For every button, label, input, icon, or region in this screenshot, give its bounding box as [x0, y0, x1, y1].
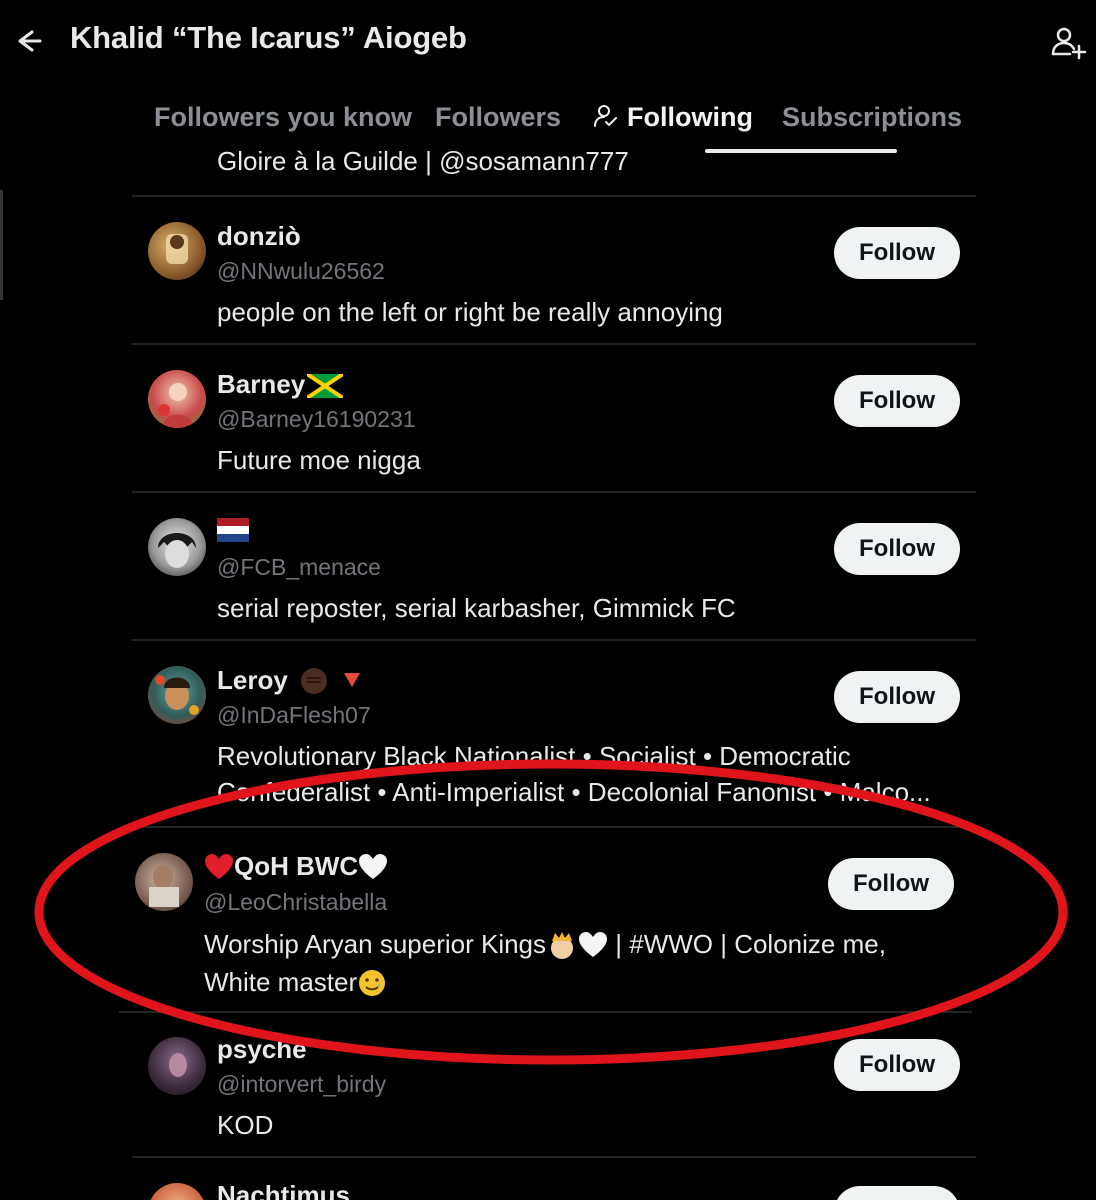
divider: [132, 343, 976, 345]
user-name-text: Barney: [217, 369, 306, 399]
user-bio: Future moe nigga: [217, 445, 421, 475]
bio-text: | #WWO | Colonize me,: [615, 929, 886, 959]
divider: [132, 1156, 976, 1158]
user-handle[interactable]: @FCB_menace: [217, 554, 381, 581]
divider: [132, 826, 976, 828]
white-heart-icon: [578, 928, 608, 964]
follow-button[interactable]: Follow: [834, 523, 960, 575]
tab-label: Following: [627, 102, 753, 132]
add-user-icon[interactable]: [1048, 22, 1088, 62]
active-tab-indicator: [705, 149, 897, 153]
tab-followers[interactable]: Followers: [435, 102, 561, 133]
avatar[interactable]: [148, 370, 206, 428]
user-bio: serial reposter, serial karbasher, Gimmi…: [217, 593, 736, 623]
avatar[interactable]: [135, 853, 193, 911]
avatar[interactable]: [148, 1037, 206, 1095]
bio-text: White master: [204, 967, 358, 998]
user-name[interactable]: Leroy: [217, 665, 362, 698]
tab-subscriptions[interactable]: Subscriptions: [782, 102, 962, 133]
arrow-left-icon[interactable]: [14, 24, 48, 58]
page: Khalid “The Icarus” Aiogeb Followers you…: [0, 0, 1096, 1200]
person-check-icon: [593, 103, 619, 129]
divider: [132, 491, 976, 493]
tab-label: Subscriptions: [782, 102, 963, 132]
follow-button[interactable]: Follow: [834, 1186, 960, 1200]
follow-button[interactable]: Follow: [834, 1039, 960, 1091]
divider: [132, 639, 976, 641]
follow-button[interactable]: Follow: [828, 858, 954, 910]
raised-fist-icon: [299, 666, 329, 698]
user-name[interactable]: donziò: [217, 221, 301, 252]
netherlands-flag-icon: [217, 517, 249, 549]
user-name[interactable]: psyche: [217, 1034, 307, 1065]
user-handle[interactable]: @LeoChristabella: [204, 889, 387, 916]
bio-line: Confederalist • Anti-Imperialist • Decol…: [217, 777, 931, 807]
scroll-edge: [0, 190, 3, 300]
user-name[interactable]: [217, 516, 249, 549]
user-handle[interactable]: @Barney16190231: [217, 406, 416, 433]
divider: [119, 1011, 972, 1013]
bio-text: Worship Aryan superior Kings: [204, 929, 547, 959]
tab-followers-you-know[interactable]: Followers you know: [154, 102, 412, 133]
page-title: Khalid “The Icarus” Aiogeb: [70, 20, 467, 55]
tab-following[interactable]: Following: [593, 102, 753, 133]
user-name[interactable]: QoH BWC: [204, 851, 388, 884]
user-name-text: Leroy: [217, 665, 288, 695]
avatar[interactable]: [148, 222, 206, 280]
tab-label: Followers: [435, 102, 562, 132]
tab-label: Followers you know: [154, 102, 413, 132]
follow-button[interactable]: Follow: [834, 671, 960, 723]
red-heart-icon: [204, 853, 234, 884]
user-bio: Revolutionary Black Nationalist • Social…: [217, 738, 977, 810]
follow-button[interactable]: Follow: [834, 375, 960, 427]
smiling-face-with-tear-icon: [357, 966, 387, 1002]
bio-line: Revolutionary Black Nationalist • Social…: [217, 741, 851, 771]
crowned-person-icon: [546, 928, 578, 964]
jamaica-flag-icon: [306, 371, 345, 402]
avatar[interactable]: [148, 518, 206, 576]
user-handle[interactable]: @intorvert_birdy: [217, 1071, 386, 1098]
follow-button[interactable]: Follow: [834, 227, 960, 279]
tab-bar: Followers you know Followers Following S…: [132, 88, 976, 154]
divider: [132, 195, 976, 197]
red-triangle-down-icon: [342, 667, 362, 698]
user-name-text: QoH BWC: [234, 851, 359, 881]
user-handle[interactable]: @NNwulu26562: [217, 258, 385, 285]
partial-bio: Gloire à la Guilde | @sosamann777: [217, 146, 629, 176]
top-bar: Khalid “The Icarus” Aiogeb: [0, 0, 1096, 80]
avatar[interactable]: [148, 1183, 206, 1200]
user-bio: KOD: [217, 1110, 274, 1140]
user-bio: people on the left or right be really an…: [217, 297, 723, 327]
user-name[interactable]: Nachtimus: [217, 1180, 350, 1200]
avatar[interactable]: [148, 666, 206, 724]
user-handle[interactable]: @InDaFlesh07: [217, 702, 371, 729]
user-bio: Worship Aryan superior Kings | #WWO | Co…: [204, 926, 944, 1002]
white-heart-icon: [358, 853, 388, 884]
user-name[interactable]: Barney: [217, 369, 345, 402]
